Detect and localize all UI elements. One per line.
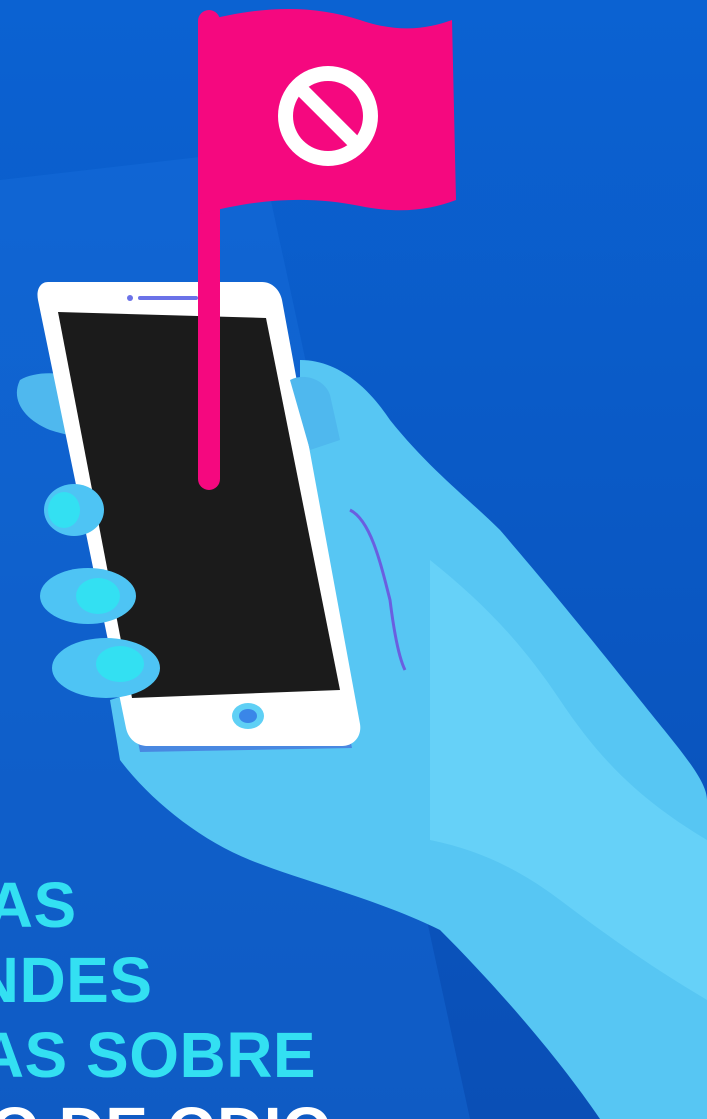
poster-canvas: CAS ANDES MAS SOBRE O DE ODIO [0,0,707,1119]
poster-headline: CAS ANDES MAS SOBRE O DE ODIO [0,868,332,1119]
headline-line-1: CAS [0,869,77,941]
prohibited-icon [278,66,378,166]
headline-line-4: O DE ODIO [0,1093,332,1119]
headline-line-2: ANDES [0,944,153,1016]
headline-line-3: MAS SOBRE [0,1019,317,1091]
